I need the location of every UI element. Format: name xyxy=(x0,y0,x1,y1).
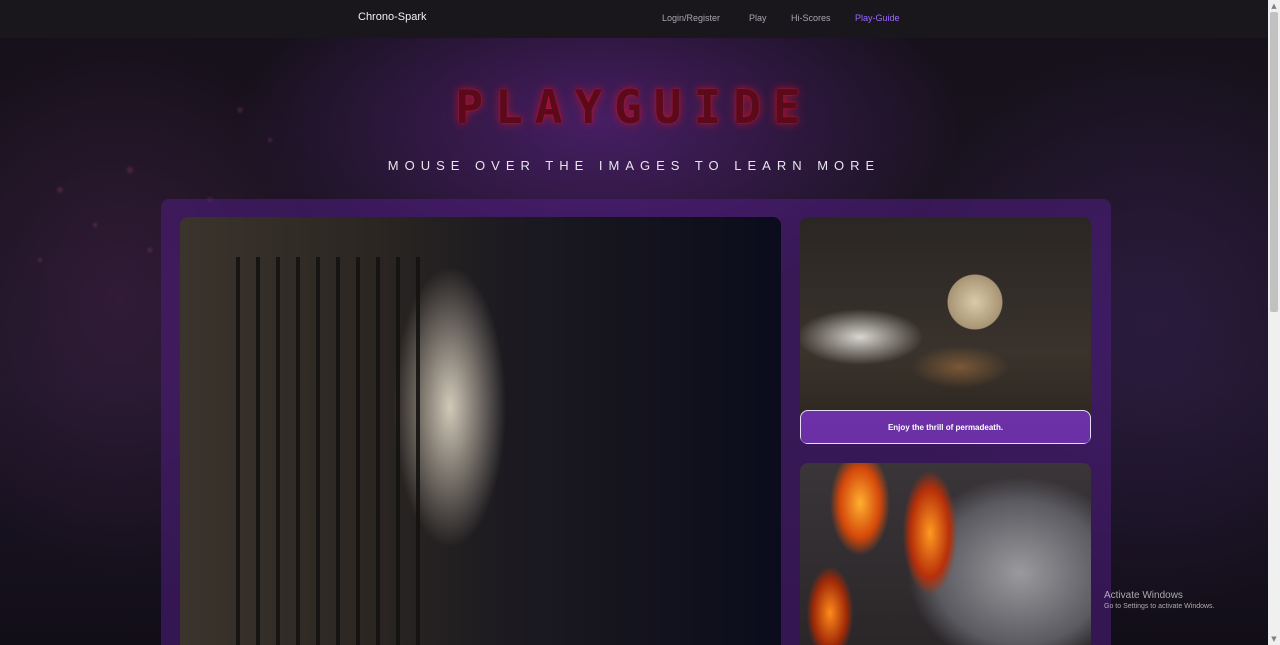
image-caption: Enjoy the thrill of permadeath. xyxy=(800,410,1091,444)
window-bars-decoration xyxy=(220,257,420,645)
brand-logo-link[interactable]: Chrono-Spark xyxy=(358,11,426,23)
windows-activation-watermark: Activate Windows Go to Settings to activ… xyxy=(1104,590,1215,610)
skull-image[interactable]: Enjoy the thrill of permadeath. xyxy=(800,217,1091,444)
watermark-title: Activate Windows xyxy=(1104,590,1183,601)
scroll-up-arrow-icon[interactable]: ▲ xyxy=(1270,2,1278,10)
scroll-thumb[interactable] xyxy=(1270,12,1278,312)
nav-hi-scores[interactable]: Hi-Scores xyxy=(791,13,831,23)
nav-play[interactable]: Play xyxy=(749,13,767,23)
caption-text: Enjoy the thrill of permadeath. xyxy=(887,422,1004,432)
nav-login-register[interactable]: Login/Register xyxy=(662,13,720,23)
prison-cell-image[interactable] xyxy=(180,217,781,645)
page-subtitle: MOUSE OVER THE IMAGES TO LEARN MORE xyxy=(387,158,881,173)
vertical-scrollbar[interactable]: ▲ ▼ xyxy=(1268,0,1280,645)
navbar: Chrono-Spark Login/Register Play Hi-Scor… xyxy=(0,0,1268,38)
page: Chrono-Spark Login/Register Play Hi-Scor… xyxy=(0,0,1280,645)
nav-play-guide[interactable]: Play-Guide xyxy=(855,13,900,23)
watermark-subtitle: Go to Settings to activate Windows. xyxy=(1104,603,1215,610)
page-title: PLAYGUIDE xyxy=(455,80,813,134)
scroll-down-arrow-icon[interactable]: ▼ xyxy=(1270,635,1278,643)
fire-knight-image[interactable] xyxy=(800,463,1091,645)
